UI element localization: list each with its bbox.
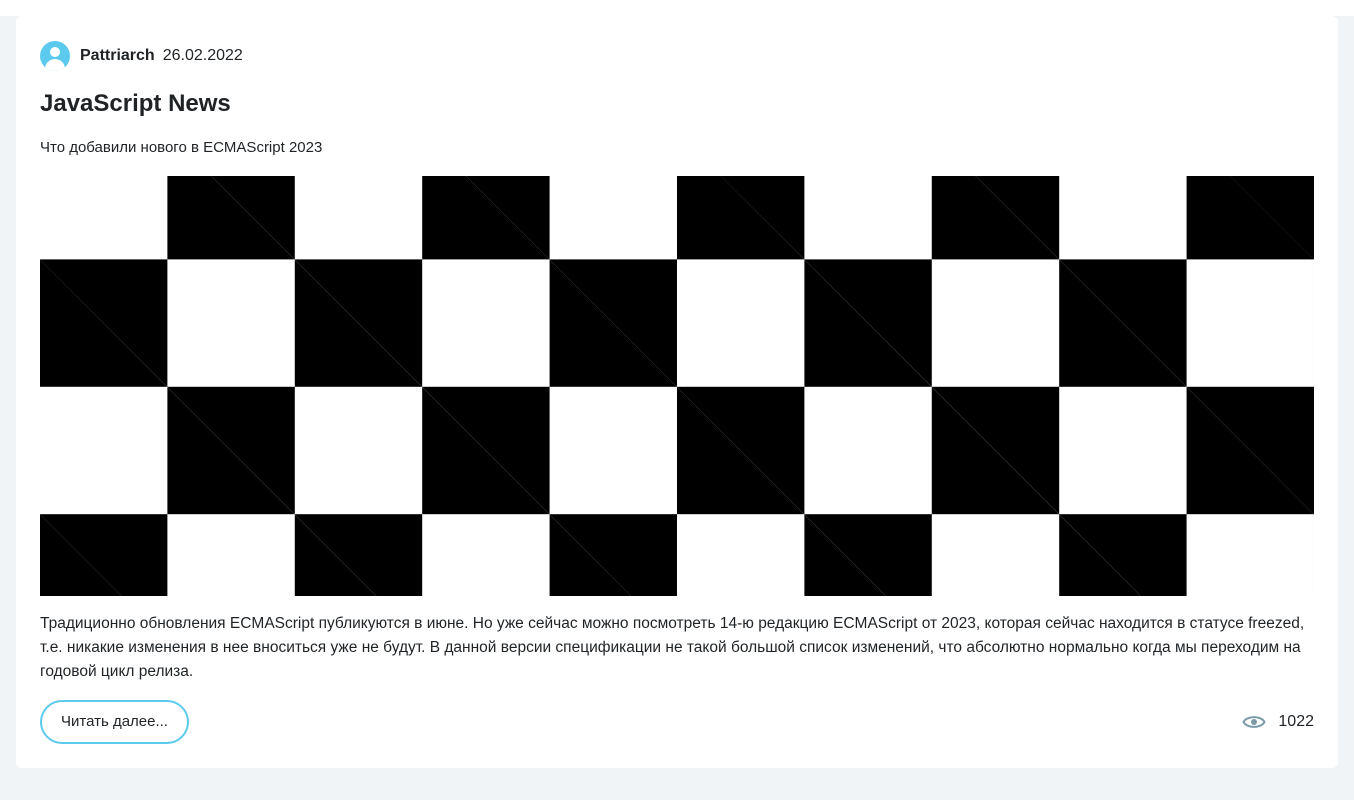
post-card: Pattriarch 26.02.2022 JavaScript News Чт… [16,16,1338,768]
post-subtitle: Что добавили нового в ECMAScript 2023 [40,139,323,156]
post-author[interactable]: Pattriarch [80,47,155,65]
read-more-button[interactable]: Читать далее... [40,700,189,744]
eye-icon [1242,716,1267,728]
post-date: 26.02.2022 [162,47,243,64]
post-views: 1022 [1242,710,1314,734]
post-body: Традиционно обновления ECMAScript публик… [40,615,1305,680]
post-meta: Pattriarch 26.02.2022 [40,40,243,72]
user-avatar-icon[interactable] [40,41,70,71]
post-image [40,176,1314,596]
top-strip [0,0,1354,16]
post-title[interactable]: JavaScript News [40,88,231,120]
views-count: 1022 [1278,713,1314,730]
